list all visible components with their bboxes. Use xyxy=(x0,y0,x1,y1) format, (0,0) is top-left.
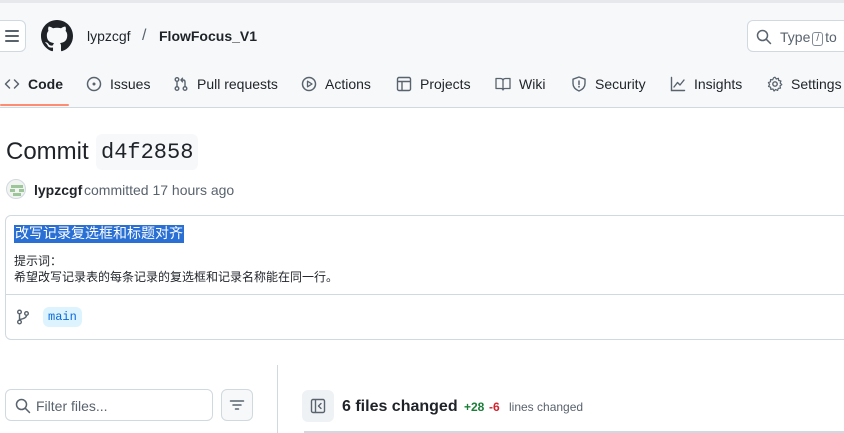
files-changed-count: 6 files changed xyxy=(342,398,458,415)
branch-link[interactable]: main xyxy=(43,307,82,327)
tab-pull-requests-label: Pull requests xyxy=(197,76,278,92)
play-icon xyxy=(301,76,317,92)
commit-sha: d4f2858 xyxy=(101,139,194,165)
shield-icon xyxy=(572,76,586,92)
path-separator: / xyxy=(142,27,147,44)
identicon-icon xyxy=(10,185,24,196)
toggle-file-tree-button[interactable] xyxy=(302,390,334,422)
commit-message-body: 提示词： 希望改写记录表的每条记录的复选框和记录名称能在同一行。 xyxy=(14,253,338,285)
message-divider xyxy=(6,294,844,295)
search-icon xyxy=(756,29,772,45)
filter-files-input[interactable] xyxy=(36,396,206,416)
git-branch-icon xyxy=(17,309,29,325)
app-header: lypzcgf / FlowFocus_V1 Type / to Code Issu… xyxy=(0,0,844,108)
issue-opened-icon xyxy=(86,76,102,92)
search-placeholder: Type / to xyxy=(780,29,837,46)
additions-count: +28 xyxy=(464,400,485,414)
page-title: Commit xyxy=(6,138,89,165)
tab-issues-label: Issues xyxy=(110,76,151,92)
filter-icon xyxy=(229,400,245,410)
deletions-count: -6 xyxy=(489,400,500,414)
tab-security[interactable]: Security xyxy=(571,70,646,98)
search-icon xyxy=(15,398,31,414)
tab-issues[interactable]: Issues xyxy=(86,70,150,98)
tab-actions-label: Actions xyxy=(325,76,371,92)
avatar[interactable] xyxy=(6,179,26,199)
commit-sha-chip: d4f2858 xyxy=(96,134,199,170)
column-divider xyxy=(277,365,278,433)
tab-actions[interactable]: Actions xyxy=(301,70,371,98)
tab-wiki[interactable]: Wiki xyxy=(495,70,545,98)
tab-wiki-label: Wiki xyxy=(519,76,546,92)
commit-body-line: 希望改写记录表的每条记录的复选框和记录名称能在同一行。 xyxy=(14,270,339,284)
graph-icon xyxy=(670,76,686,92)
commit-message-box: 改写记录复选框和标题对齐 提示词： 希望改写记录表的每条记录的复选框和记录名称能在… xyxy=(5,215,844,340)
table-icon xyxy=(396,76,412,92)
menu-button[interactable] xyxy=(0,20,26,52)
tab-settings[interactable]: Settings xyxy=(767,70,842,98)
filter-options-button[interactable] xyxy=(221,389,253,421)
code-icon xyxy=(4,79,20,89)
active-tab-indicator xyxy=(0,104,69,106)
sidebar-collapse-icon xyxy=(310,398,326,414)
tab-code-label: Code xyxy=(28,76,63,92)
top-bar xyxy=(0,0,844,3)
search-input[interactable]: Type / to xyxy=(747,20,844,52)
commit-author-link[interactable]: lypzcgf xyxy=(34,182,82,198)
commit-meta: committed 17 hours ago xyxy=(84,182,235,198)
tab-pull-requests[interactable]: Pull requests xyxy=(173,70,278,98)
repo-owner-link[interactable]: lypzcgf xyxy=(87,28,131,44)
search-shortcut-key: / xyxy=(812,32,824,46)
tab-projects[interactable]: Projects xyxy=(396,70,471,98)
tab-projects-label: Projects xyxy=(420,76,471,92)
tab-security-label: Security xyxy=(595,76,646,92)
tab-settings-label: Settings xyxy=(791,76,842,92)
book-icon xyxy=(495,77,511,91)
commit-body-line: 提示词： xyxy=(14,254,63,268)
repo-name-link[interactable]: FlowFocus_V1 xyxy=(159,28,257,44)
commit-message-title: 改写记录复选框和标题对齐 xyxy=(14,225,184,243)
tab-insights[interactable]: Insights xyxy=(670,70,742,98)
tab-insights-label: Insights xyxy=(694,76,743,92)
github-logo-icon[interactable] xyxy=(41,20,73,52)
gear-icon xyxy=(767,76,783,92)
filter-files-field[interactable] xyxy=(5,389,213,421)
tab-code[interactable]: Code xyxy=(4,70,63,98)
lines-changed-label: lines changed xyxy=(509,400,584,414)
git-pull-request-icon xyxy=(174,77,188,91)
